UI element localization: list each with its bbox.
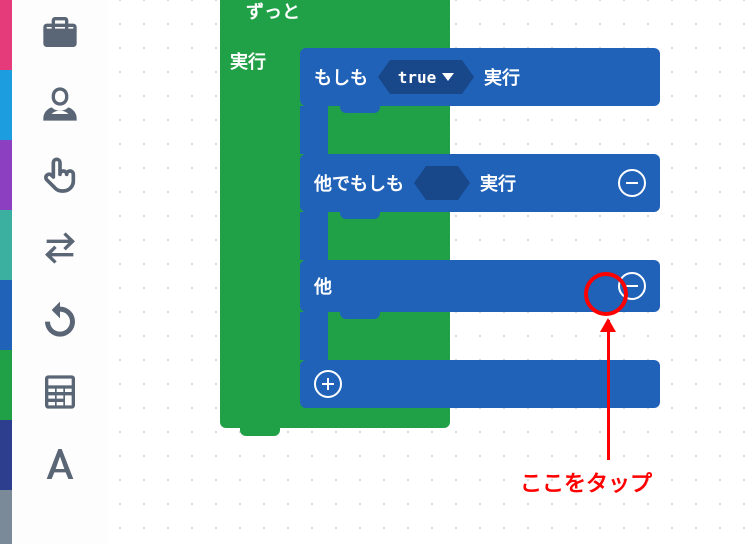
loop-header-label: ずっと	[232, 0, 440, 24]
exec-label: 実行	[484, 64, 520, 90]
text-icon[interactable]	[38, 442, 82, 486]
annotation-label: ここをタップ	[520, 466, 652, 498]
astronaut-icon[interactable]	[38, 82, 82, 126]
swap-icon[interactable]	[38, 226, 82, 270]
elseif-body-slot[interactable]	[300, 212, 660, 260]
block-connector-tab	[240, 426, 280, 436]
remove-else-button[interactable]	[618, 272, 646, 300]
pointer-icon[interactable]	[38, 154, 82, 198]
strip-seg	[0, 280, 12, 350]
blocks-canvas[interactable]: ずっと 実行 もしも true 実行 他でもしも 実行	[210, 0, 730, 490]
toolbox-sidebar	[12, 0, 108, 544]
else-header[interactable]: 他	[300, 260, 660, 312]
strip-seg	[0, 140, 12, 210]
if-footer[interactable]	[300, 360, 660, 408]
loop-exec-label: 実行	[230, 48, 266, 74]
strip-seg	[0, 0, 12, 70]
condition-input-true[interactable]: true	[378, 60, 474, 94]
if-else-block[interactable]: もしも true 実行 他でもしも 実行	[300, 48, 660, 408]
undo-icon[interactable]	[38, 298, 82, 342]
else-label: 他	[314, 273, 332, 299]
strip-seg	[0, 210, 12, 280]
strip-seg	[0, 490, 12, 544]
elseif-label: 他でもしも	[314, 170, 404, 196]
if-body-slot[interactable]	[300, 106, 660, 154]
strip-seg	[0, 350, 12, 420]
elseif-header[interactable]: 他でもしも 実行	[300, 154, 660, 212]
strip-seg	[0, 70, 12, 140]
toolbox-icon[interactable]	[38, 10, 82, 54]
else-body-slot[interactable]	[300, 312, 660, 360]
add-branch-button[interactable]	[314, 370, 342, 398]
strip-seg	[0, 420, 12, 490]
condition-input-empty[interactable]	[414, 166, 470, 200]
if-label: もしも	[314, 64, 368, 90]
condition-value: true	[398, 68, 437, 87]
calculator-icon[interactable]	[38, 370, 82, 414]
remove-elseif-button[interactable]	[618, 169, 646, 197]
if-header[interactable]: もしも true 実行	[300, 48, 660, 106]
elseif-exec-label: 実行	[480, 170, 516, 196]
category-color-strip	[0, 0, 12, 544]
dropdown-icon	[442, 73, 454, 81]
workspace[interactable]: ずっと 実行 もしも true 実行 他でもしも 実行	[0, 0, 754, 544]
